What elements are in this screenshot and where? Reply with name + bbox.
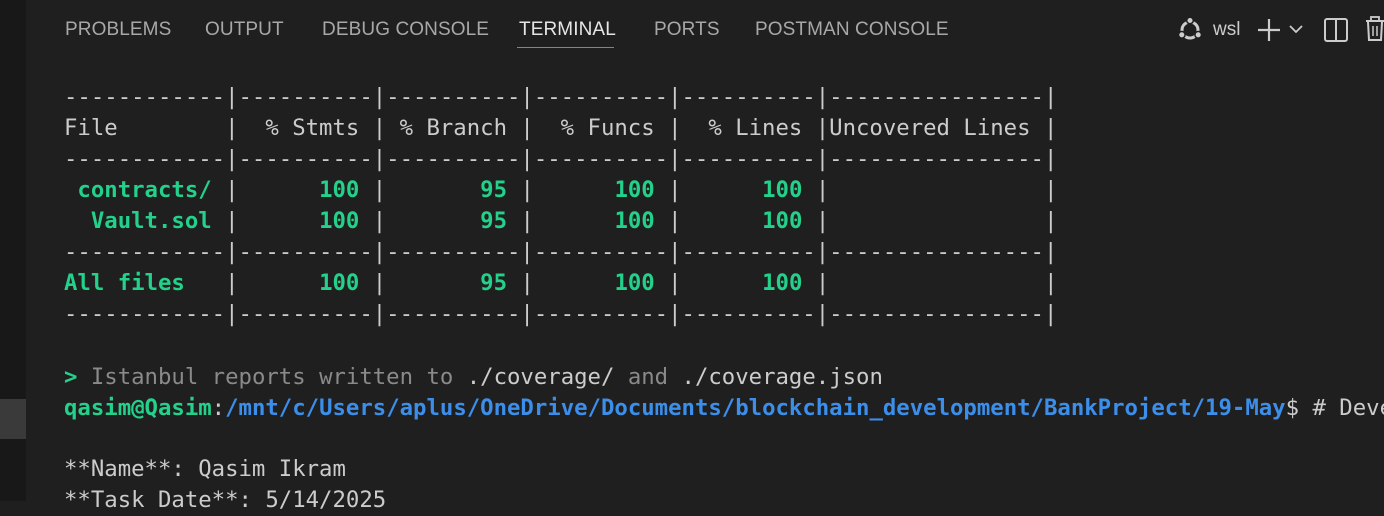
lines-cell: 100 [681,177,816,203]
stmts-cell: 100 [238,177,373,203]
tab-debug-console[interactable]: DEBUG CONSOLE [322,19,489,41]
coverage-table-separator: ------------|----------|----------|-----… [64,239,1058,265]
tab-output[interactable]: OUTPUT [205,19,284,41]
split-terminal-icon [1322,18,1350,48]
funcs-cell: 100 [533,177,669,203]
stmts-cell: 100 [238,208,373,234]
coverage-table-header: File | % Stmts | % Branch | % Funcs | % … [64,115,1058,141]
branch-cell: 95 [386,177,521,203]
split-terminal-button[interactable] [1322,16,1350,48]
coverage-table-row: contracts/ | 100 | 95 | 100 | 100 | | [64,177,1058,203]
shell-prompt: qasim@Qasim:/mnt/c/Users/aplus/OneDrive/… [64,393,1384,424]
coverage-table-total-row: All files | 100 | 95 | 100 | 100 | | [64,270,1058,296]
terminal-output[interactable]: ------------|----------|----------|-----… [0,0,1384,513]
prompt-command: $ # Develop [1285,395,1384,421]
report-path: ./coverage.json [668,364,883,390]
prompt-path: /mnt/c/Users/aplus/OneDrive/Documents/bl… [225,395,1286,421]
funcs-cell: 100 [533,270,669,296]
branch-cell: 95 [386,270,521,296]
file-cell: All files [64,270,226,296]
ubuntu-icon [1176,16,1204,48]
report-path: ./coverage/ [453,364,615,390]
plus-icon [1255,19,1283,48]
stmts-cell: 100 [238,270,373,296]
funcs-cell: 100 [533,208,669,234]
terminal-profile-label: wsl [1213,19,1241,40]
prompt-colon: : [211,395,226,421]
new-terminal-button[interactable] [1255,16,1283,48]
tab-terminal[interactable]: TERMINAL [519,19,616,41]
active-tab-indicator [517,47,614,48]
tab-problems[interactable]: PROBLEMS [65,19,171,41]
report-marker: > [64,364,78,390]
coverage-table-separator: ------------|----------|----------|-----… [64,301,1058,327]
activity-item-highlight[interactable] [0,399,26,439]
uncovered-cell: | [829,208,1058,234]
report-line: > Istanbul reports written to ./coverage… [64,362,883,393]
tab-postman-console[interactable]: POSTMAN CONSOLE [755,19,949,41]
uncovered-cell: | [829,177,1058,203]
uncovered-cell: | [829,270,1058,296]
prompt-user: qasim@Qasim [64,395,212,421]
report-text: and [614,364,669,390]
chevron-down-icon [1287,23,1305,42]
file-cell: contracts/ [64,177,226,203]
output-line: **Name**: Qasim Ikram [64,456,346,482]
launch-profile-dropdown[interactable] [1287,20,1305,42]
kill-terminal-button[interactable] [1364,15,1384,47]
coverage-table-separator: ------------|----------|----------|-----… [64,84,1058,110]
branch-cell: 95 [386,208,521,234]
coverage-table-separator: ------------|----------|----------|-----… [64,146,1058,172]
terminal-profile-button[interactable]: wsl [1176,16,1256,44]
lines-cell: 100 [681,270,816,296]
tab-ports[interactable]: PORTS [654,19,720,41]
coverage-table-row: Vault.sol | 100 | 95 | 100 | 100 | | [64,208,1058,234]
file-cell: Vault.sol [64,208,226,234]
panel-tab-bar: PROBLEMS OUTPUT DEBUG CONSOLE TERMINAL P… [0,0,1384,60]
report-text: Istanbul reports written to [77,364,454,390]
lines-cell: 100 [681,208,816,234]
trash-icon [1364,16,1384,47]
